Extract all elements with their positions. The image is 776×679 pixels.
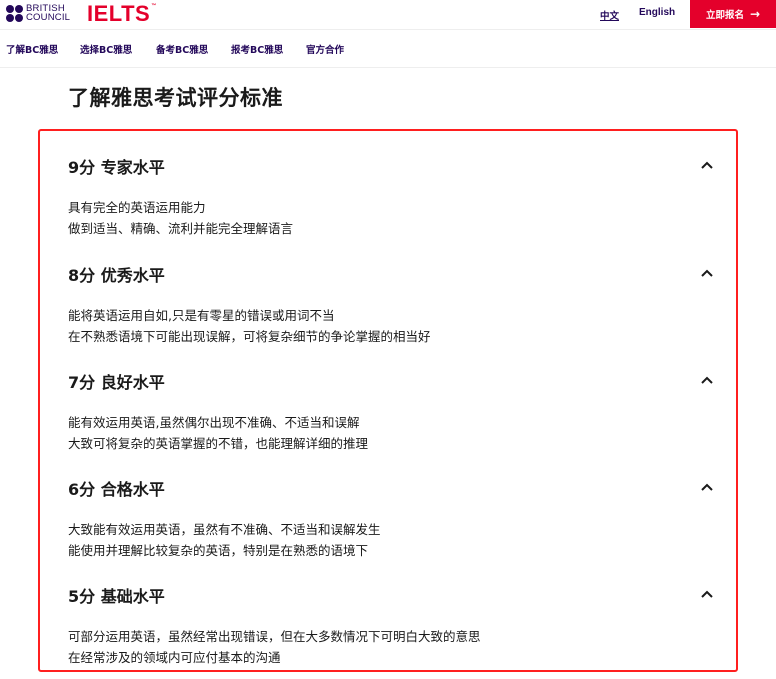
band-8-header[interactable]: 8分 优秀水平 — [68, 262, 718, 285]
british-council-logo[interactable]: BRITISH COUNCIL — [6, 4, 70, 22]
band-9-section: 9分 专家水平 具有完全的英语运用能力 做到适当、精确、流利并能完全理解语言 — [68, 154, 718, 236]
band-5-description: 可部分运用英语，虽然经常出现错误，但在大多数情况下可明白大致的意思 在经常涉及的… — [68, 626, 481, 668]
top-bar: BRITISH COUNCIL IELTS™ 中文 English 立即报名 → — [0, 0, 776, 30]
band-8-section: 8分 优秀水平 能将英语运用自如,只是有零星的错误或用词不当 在不熟悉语境下可能… — [68, 262, 718, 344]
band-5-title: 5分 基础水平 — [68, 587, 165, 606]
chevron-up-icon[interactable] — [700, 373, 714, 387]
band-7-line-1: 能有效运用英语,虽然偶尔出现不准确、不适当和误解 — [68, 415, 360, 430]
band-5-header[interactable]: 5分 基础水平 — [68, 583, 718, 606]
band-7-line-2: 大致可将复杂的英语掌握的不错，也能理解详细的推理 — [68, 436, 369, 451]
band-7-title: 7分 良好水平 — [68, 373, 165, 392]
main-nav: 了解BC雅思 选择BC雅思 备考BC雅思 报考BC雅思 官方合作 — [0, 30, 776, 68]
register-now-label: 立即报名 — [705, 10, 744, 21]
nav-item-partners[interactable]: 官方合作 — [306, 42, 344, 56]
ielts-logo[interactable]: IELTS™ — [87, 1, 157, 27]
chevron-up-icon[interactable] — [700, 266, 714, 280]
language-en-link[interactable]: English — [639, 7, 675, 18]
arrow-right-icon: → — [749, 7, 761, 21]
band-6-section: 6分 合格水平 大致能有效运用英语，虽然有不准确、不适当和误解发生 能使用并理解… — [68, 476, 718, 558]
band-5-line-1: 可部分运用英语，虽然经常出现错误，但在大多数情况下可明白大致的意思 — [68, 629, 481, 644]
band-5-line-2: 在经常涉及的领域内可应付基本的沟通 — [68, 650, 281, 665]
band-6-line-1: 大致能有效运用英语，虽然有不准确、不适当和误解发生 — [68, 522, 381, 537]
nav-item-about[interactable]: 了解BC雅思 — [6, 42, 58, 56]
band-5-section: 5分 基础水平 可部分运用英语，虽然经常出现错误，但在大多数情况下可明白大致的意… — [68, 583, 718, 665]
band-6-description: 大致能有效运用英语，虽然有不准确、不适当和误解发生 能使用并理解比较复杂的英语，… — [68, 519, 381, 561]
band-8-description: 能将英语运用自如,只是有零星的错误或用词不当 在不熟悉语境下可能出现误解，可将复… — [68, 305, 431, 347]
page-title: 了解雅思考试评分标准 — [68, 86, 283, 110]
chevron-up-icon[interactable] — [700, 587, 714, 601]
chevron-up-icon[interactable] — [700, 158, 714, 172]
band-8-line-2: 在不熟悉语境下可能出现误解，可将复杂细节的争论掌握的相当好 — [68, 329, 431, 344]
nav-item-choose[interactable]: 选择BC雅思 — [80, 42, 132, 56]
band-9-title: 9分 专家水平 — [68, 158, 165, 177]
band-6-line-2: 能使用并理解比较复杂的英语，特别是在熟悉的语境下 — [68, 543, 369, 558]
nav-item-prepare[interactable]: 备考BC雅思 — [156, 42, 208, 56]
band-9-line-1: 具有完全的英语运用能力 — [68, 200, 206, 215]
register-now-button[interactable]: 立即报名 → — [690, 0, 776, 28]
band-7-description: 能有效运用英语,虽然偶尔出现不准确、不适当和误解 大致可将复杂的英语掌握的不错，… — [68, 412, 368, 454]
band-8-title: 8分 优秀水平 — [68, 266, 165, 285]
band-6-title: 6分 合格水平 — [68, 480, 165, 499]
band-9-line-2: 做到适当、精确、流利并能完全理解语言 — [68, 221, 294, 236]
band-9-header[interactable]: 9分 专家水平 — [68, 154, 718, 177]
band-7-header[interactable]: 7分 良好水平 — [68, 369, 718, 392]
nav-item-register[interactable]: 报考BC雅思 — [231, 42, 283, 56]
british-council-wordmark: BRITISH COUNCIL — [26, 3, 71, 23]
band-6-header[interactable]: 6分 合格水平 — [68, 476, 718, 499]
language-zh-link[interactable]: 中文 — [600, 8, 619, 22]
band-7-section: 7分 良好水平 能有效运用英语,虽然偶尔出现不准确、不适当和误解 大致可将复杂的… — [68, 369, 718, 451]
band-8-line-1: 能将英语运用自如,只是有零星的错误或用词不当 — [68, 308, 335, 323]
british-council-dots-icon — [6, 4, 23, 22]
chevron-up-icon[interactable] — [700, 480, 714, 494]
band-9-description: 具有完全的英语运用能力 做到适当、精确、流利并能完全理解语言 — [68, 197, 293, 239]
